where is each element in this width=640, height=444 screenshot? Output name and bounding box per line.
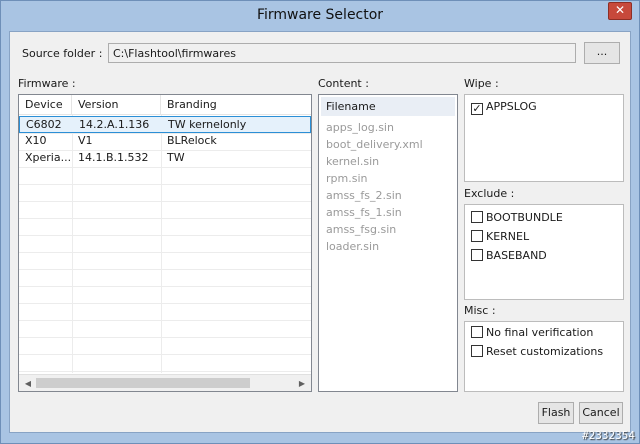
wipe-label: Wipe : — [464, 77, 499, 90]
grid-line — [19, 218, 311, 219]
grid-line — [19, 167, 311, 168]
close-button[interactable]: ✕ — [608, 2, 632, 20]
firmware-table[interactable]: Device Version Branding C6802 14.2.A.1.13… — [18, 94, 312, 392]
content-file-item: kernel.sin — [326, 155, 380, 168]
firmware-table-header: Device Version Branding — [19, 95, 311, 115]
grid-line — [19, 269, 311, 270]
column-header-branding[interactable]: Branding — [161, 95, 311, 115]
grid-line — [19, 184, 311, 185]
checkbox-label: APPSLOG — [486, 100, 537, 113]
grid-line — [19, 337, 311, 338]
column-header-version[interactable]: Version — [72, 95, 161, 115]
grid-line — [19, 303, 311, 304]
firmware-selector-window: Firmware Selector ✕ Source folder : ... … — [0, 0, 640, 444]
firmware-cell-device: C6802 — [26, 118, 62, 131]
watermark: #2332354 — [582, 429, 635, 442]
exclude-label: Exclude : — [464, 187, 515, 200]
grid-line — [19, 354, 311, 355]
checkbox-reset-customizations[interactable]: Reset customizations — [471, 345, 603, 361]
firmware-table-row[interactable]: C6802 14.2.A.1.136 TW kernelonly — [19, 116, 311, 133]
content-file-item: rpm.sin — [326, 172, 368, 185]
window-title: Firmware Selector — [256, 7, 384, 23]
grid-line — [19, 235, 311, 236]
firmware-cell-device: Xperia... — [25, 151, 72, 164]
checkbox-icon[interactable] — [471, 326, 483, 338]
checkbox-label: KERNEL — [486, 230, 530, 243]
checkbox-no-final-verification[interactable]: No final verification — [471, 326, 593, 342]
title-bar[interactable]: Firmware Selector ✕ — [1, 1, 639, 31]
content-file-item: boot_delivery.xml — [326, 138, 423, 151]
firmware-cell-device: X10 — [25, 134, 47, 147]
content-label: Content : — [318, 77, 369, 90]
checkbox-label: BOOTBUNDLE — [486, 211, 563, 224]
cancel-button[interactable]: Cancel — [579, 402, 623, 424]
firmware-cell-branding: TW kernelonly — [168, 118, 247, 131]
content-header-filename: Filename — [321, 97, 455, 116]
close-icon: ✕ — [614, 3, 626, 17]
checkbox-appslog[interactable]: ✓ APPSLOG — [471, 100, 537, 116]
scroll-left-icon[interactable]: ◀ — [21, 377, 35, 390]
firmware-table-row[interactable]: Xperia... 14.1.B.1.532 TW — [19, 150, 311, 167]
checkbox-label: BASEBAND — [486, 249, 547, 262]
source-folder-label: Source folder : — [22, 47, 103, 60]
grid-line — [19, 252, 311, 253]
dialog-body: Source folder : ... Firmware : Device Ve… — [9, 31, 631, 433]
wipe-group: ✓ APPSLOG — [464, 94, 624, 182]
checkbox-icon[interactable] — [471, 211, 483, 223]
grid-line — [19, 286, 311, 287]
misc-group: No final verification Reset customization… — [464, 321, 624, 392]
grid-line — [19, 371, 311, 372]
checkmark-icon[interactable]: ✓ — [471, 103, 483, 115]
scroll-right-icon[interactable]: ▶ — [295, 377, 309, 390]
content-file-item: amss_fs_2.sin — [326, 189, 402, 202]
content-file-item: loader.sin — [326, 240, 380, 253]
firmware-table-row[interactable]: X10 V1 BLRelock — [19, 133, 311, 150]
checkbox-bootbundle[interactable]: BOOTBUNDLE — [471, 211, 563, 227]
checkbox-label: Reset customizations — [486, 345, 604, 358]
misc-label: Misc : — [464, 304, 496, 317]
firmware-cell-version: 14.1.B.1.532 — [78, 151, 149, 164]
scrollbar-thumb[interactable] — [36, 378, 250, 388]
checkbox-baseband[interactable]: BASEBAND — [471, 249, 547, 265]
content-file-item: amss_fsg.sin — [326, 223, 397, 236]
browse-button[interactable]: ... — [584, 42, 620, 64]
firmware-cell-branding: TW — [167, 151, 185, 164]
content-file-item: amss_fs_1.sin — [326, 206, 402, 219]
flash-button[interactable]: Flash — [538, 402, 574, 424]
firmware-label: Firmware : — [18, 77, 76, 90]
checkbox-icon[interactable] — [471, 249, 483, 261]
checkbox-icon[interactable] — [471, 230, 483, 242]
exclude-group: BOOTBUNDLE KERNEL BASEBAND — [464, 204, 624, 300]
column-header-device[interactable]: Device — [19, 95, 72, 115]
content-file-item: apps_log.sin — [326, 121, 394, 134]
firmware-cell-branding: BLRelock — [167, 134, 217, 147]
grid-line — [19, 320, 311, 321]
content-list[interactable]: Filename apps_log.sin boot_delivery.xmlke… — [318, 94, 458, 392]
grid-line — [19, 201, 311, 202]
source-folder-input[interactable] — [108, 43, 576, 63]
firmware-cell-version: V1 — [78, 134, 93, 147]
checkbox-label: No final verification — [486, 326, 594, 339]
horizontal-scrollbar[interactable]: ◀ ▶ — [19, 374, 311, 391]
checkbox-icon[interactable] — [471, 345, 483, 357]
checkbox-kernel[interactable]: KERNEL — [471, 230, 529, 246]
firmware-cell-version: 14.2.A.1.136 — [79, 118, 150, 131]
